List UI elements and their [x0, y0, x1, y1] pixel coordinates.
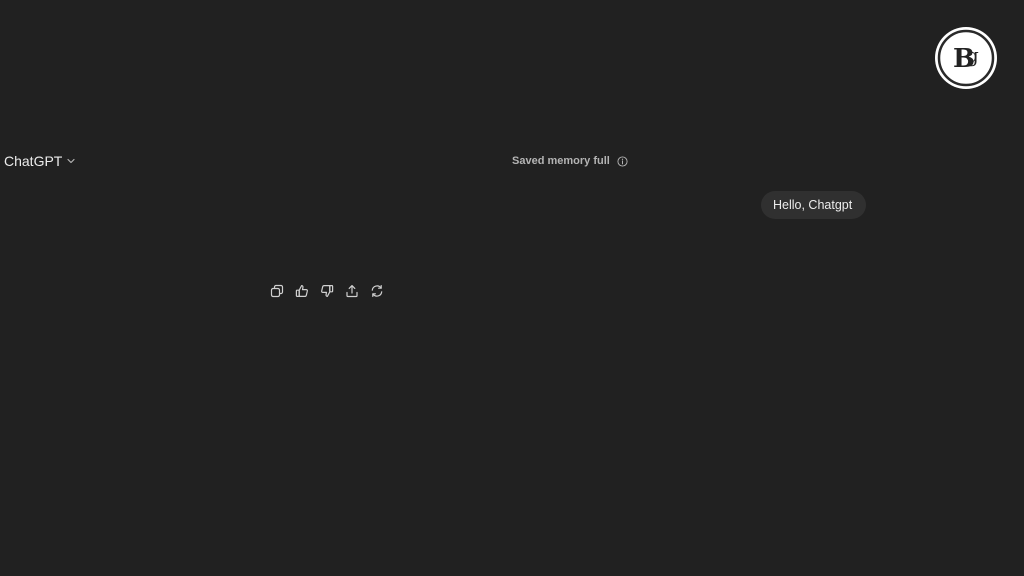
memory-status-label: Saved memory full — [512, 155, 610, 167]
model-name: ChatGPT — [4, 153, 63, 169]
model-switcher[interactable]: ChatGPT — [4, 152, 76, 170]
good-response-button[interactable] — [294, 283, 310, 299]
user-message: Hello, Chatgpt — [761, 191, 867, 219]
share-button[interactable] — [344, 283, 360, 299]
regenerate-button[interactable] — [369, 283, 385, 299]
copy-button[interactable] — [269, 283, 285, 299]
regenerate-icon — [370, 284, 384, 298]
chat-page: ChatGPT Saved memory full Hello, Chatgpt — [0, 0, 1024, 576]
message-actions — [269, 283, 385, 299]
memory-status: Saved memory full — [512, 154, 628, 168]
thumbs-down-icon — [320, 284, 334, 298]
share-icon — [345, 284, 359, 298]
info-icon[interactable] — [617, 155, 628, 167]
thumbs-up-icon — [295, 284, 309, 298]
copy-icon — [270, 284, 284, 298]
chevron-down-icon — [66, 156, 76, 166]
bad-response-button[interactable] — [319, 283, 335, 299]
svg-text:g: g — [966, 43, 979, 67]
brand-logo-icon: B g — [934, 26, 998, 90]
